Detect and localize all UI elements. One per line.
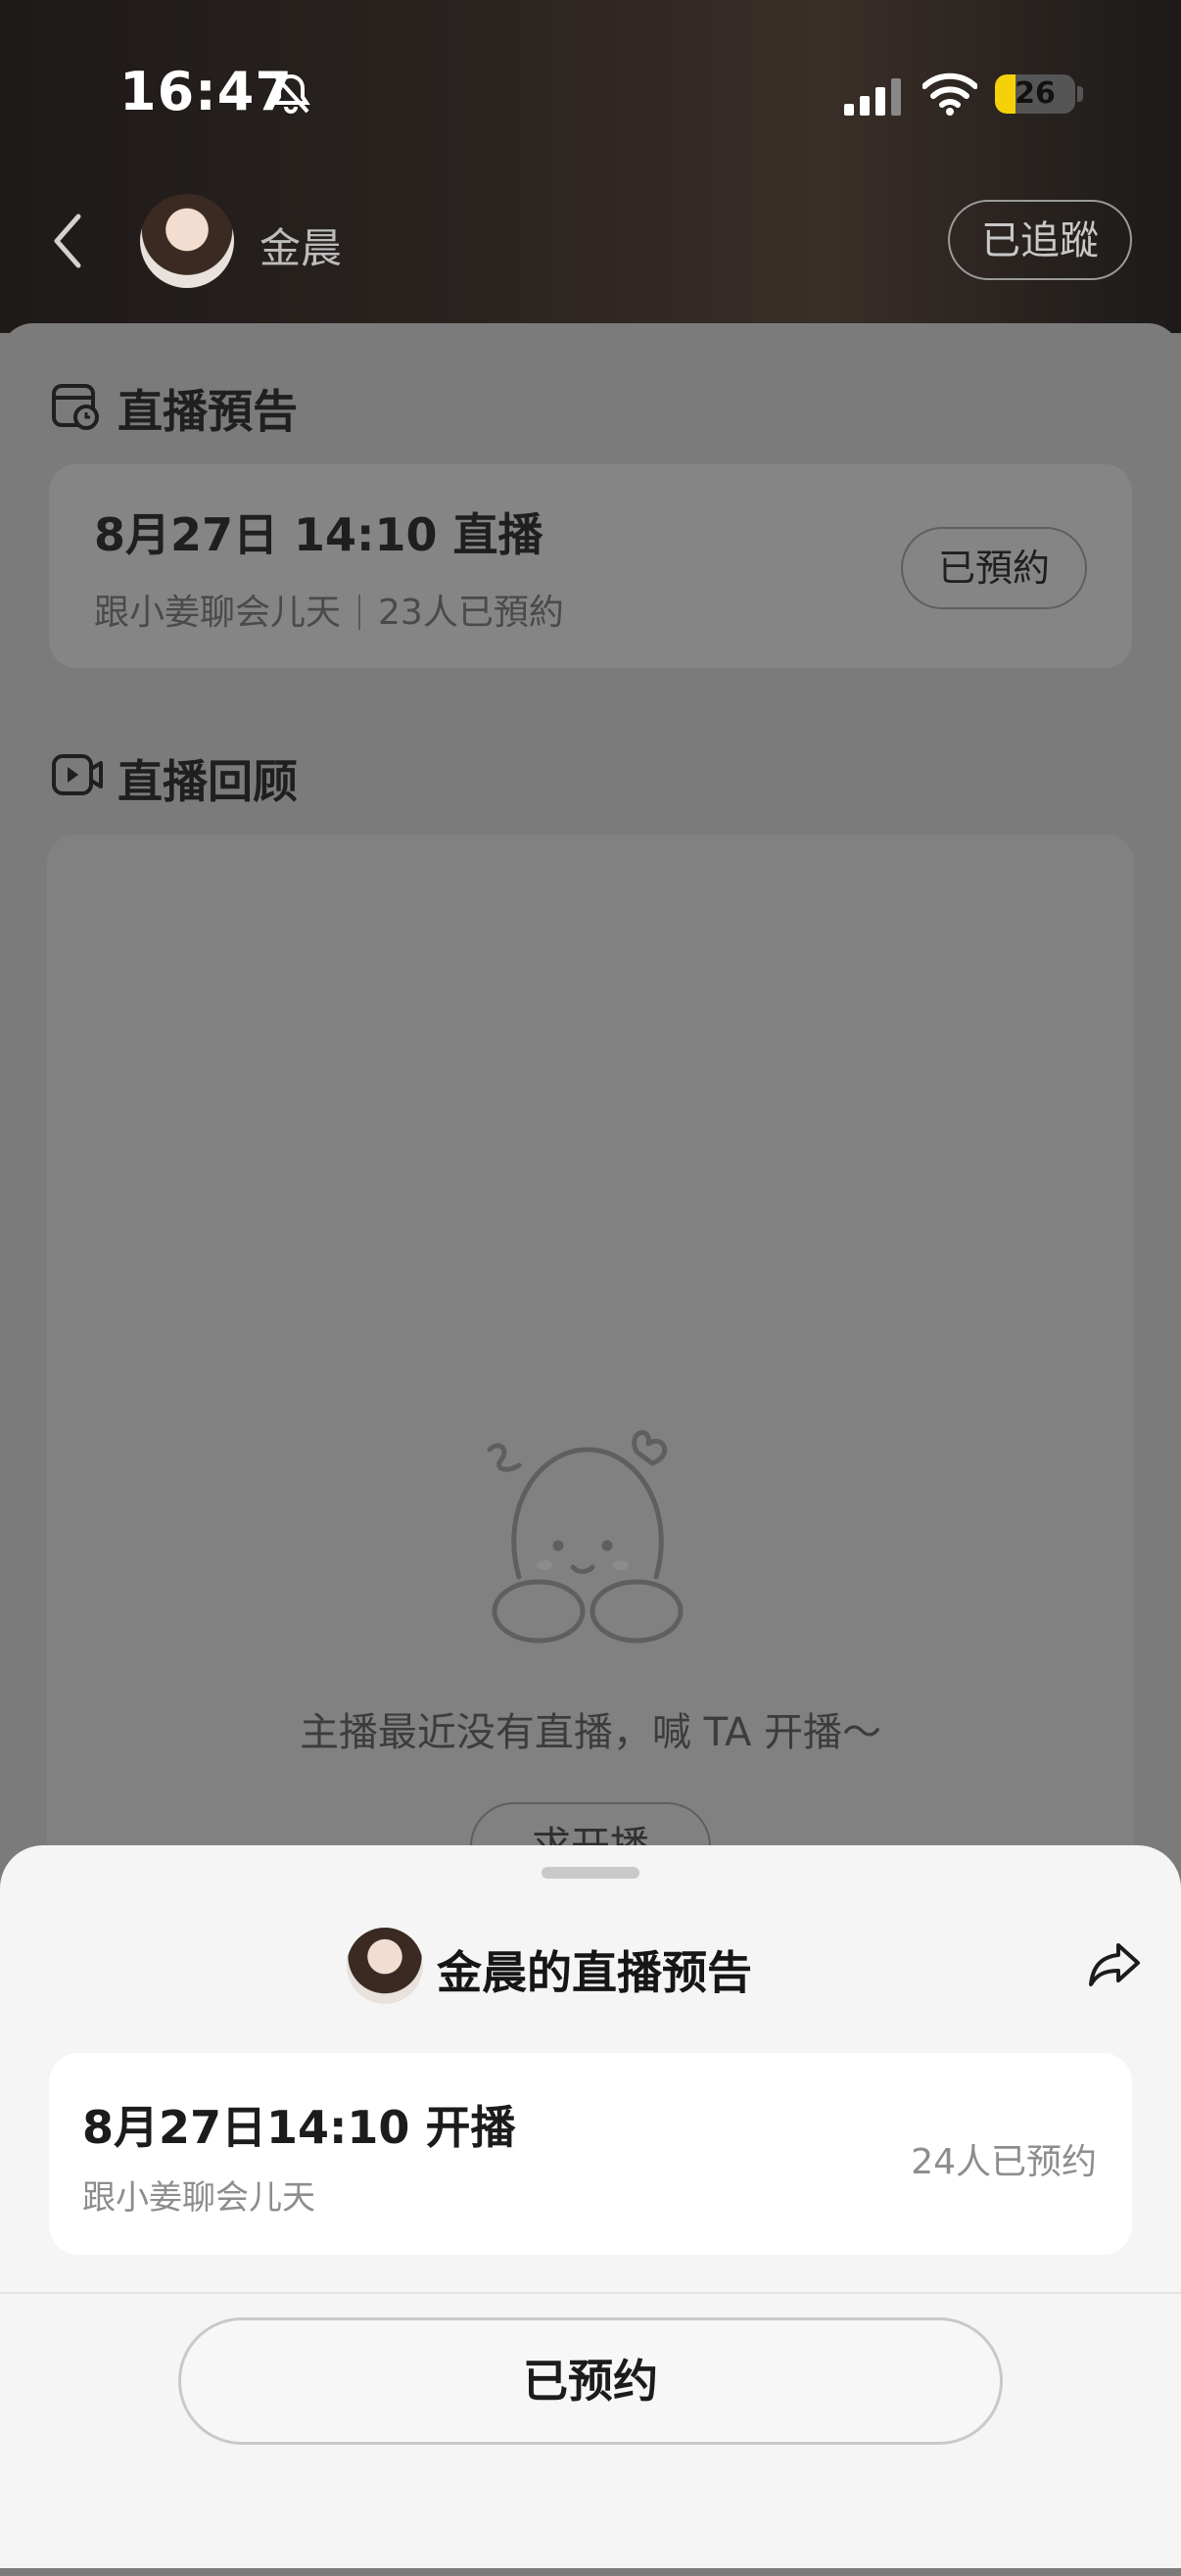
bell-slash-icon bbox=[271, 72, 310, 114]
empty-message: 主播最近没有直播，喊 TA 开播～ bbox=[299, 1710, 882, 1755]
wifi-icon bbox=[922, 72, 977, 116]
status-time: 16:47 bbox=[119, 61, 293, 122]
preview-section-title: 直播預告 bbox=[118, 385, 298, 438]
avatar[interactable] bbox=[140, 194, 234, 288]
signal-icon bbox=[844, 78, 901, 116]
share-icon[interactable] bbox=[1087, 1939, 1142, 1988]
sheet-avatar bbox=[347, 1928, 423, 2004]
preview-date: 8月27日 14:10 直播 bbox=[94, 508, 543, 561]
sheet-topic: 跟小姜聊会儿天 bbox=[82, 2178, 315, 2218]
preview-subtitle: 跟小姜聊会儿天 23人已預約 bbox=[94, 584, 564, 635]
preview-reserve-button[interactable]: 已預約 bbox=[901, 527, 1087, 609]
sheet-drag-handle[interactable] bbox=[542, 1867, 639, 1879]
sheet-reserve-count: 24人已预约 bbox=[911, 2142, 1097, 2182]
battery-level: 26 bbox=[1015, 76, 1056, 111]
chevron-left-icon[interactable] bbox=[49, 211, 88, 271]
divider bbox=[0, 2292, 1181, 2294]
preview-count: 23人已預約 bbox=[378, 593, 564, 633]
reserved-button[interactable]: 已预约 bbox=[178, 2317, 1003, 2445]
calendar-clock-icon bbox=[52, 384, 99, 430]
sheet-title: 金晨的直播预告 bbox=[437, 1946, 752, 1999]
video-play-icon bbox=[52, 754, 103, 795]
follow-button[interactable]: 已追蹤 bbox=[948, 200, 1132, 280]
streamer-name[interactable]: 金晨 bbox=[260, 215, 342, 275]
empty-mascot-icon bbox=[487, 1430, 684, 1644]
battery-indicator: 26 bbox=[995, 74, 1075, 114]
battery-tip bbox=[1077, 86, 1083, 102]
preview-topic: 跟小姜聊会儿天 bbox=[94, 593, 342, 633]
divider bbox=[358, 595, 361, 630]
sheet-date: 8月27日14:10 开播 bbox=[82, 2101, 516, 2154]
replay-section-title: 直播回顾 bbox=[118, 755, 298, 808]
